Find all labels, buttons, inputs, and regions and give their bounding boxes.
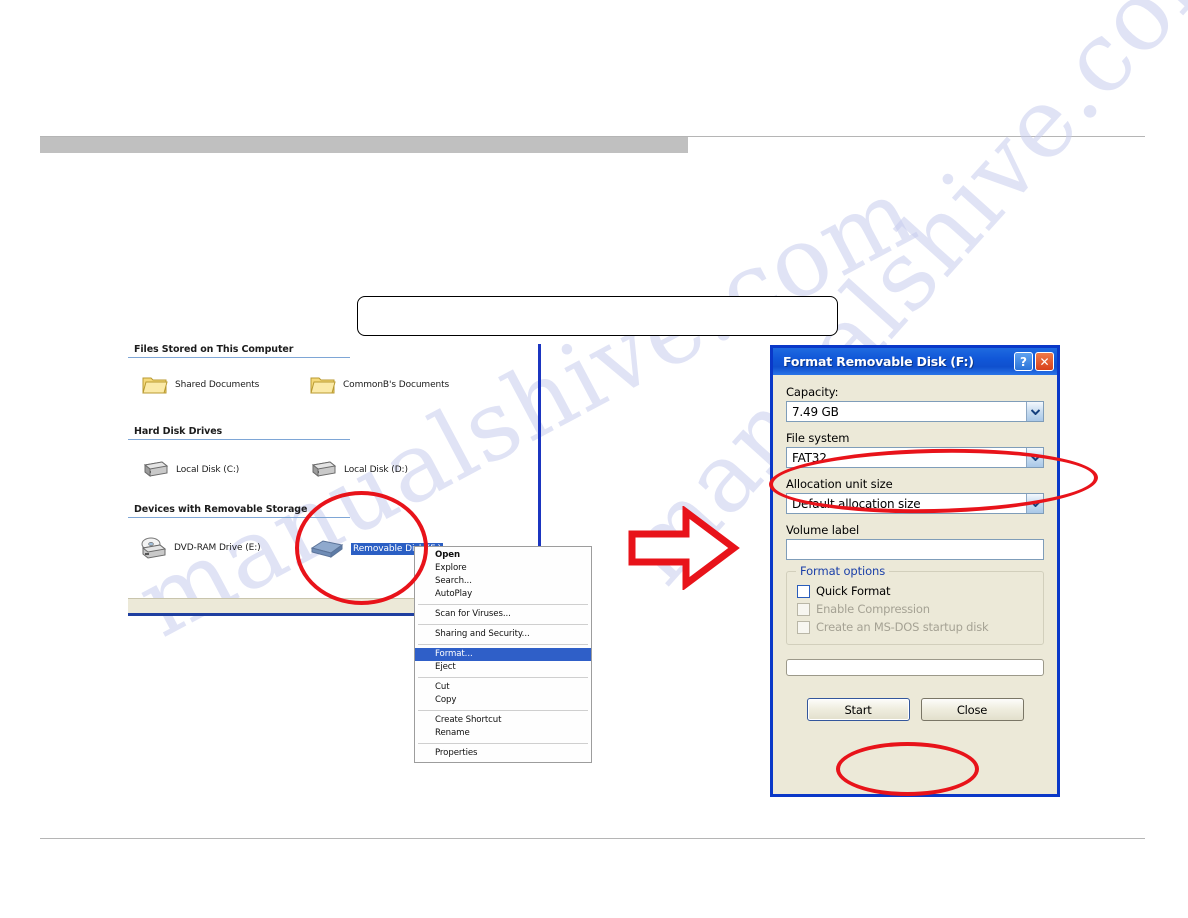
- enable-compression-checkbox: [797, 602, 810, 616]
- file-system-dropdown[interactable]: FAT32: [786, 447, 1044, 468]
- menu-item-cut[interactable]: Cut: [415, 681, 591, 694]
- context-menu[interactable]: Open Explore Search... AutoPlay Scan for…: [414, 546, 592, 763]
- volume-label-input[interactable]: [786, 539, 1044, 560]
- menu-separator: [418, 624, 588, 625]
- menu-item-properties[interactable]: Properties: [415, 747, 591, 760]
- hard-drive-icon: [310, 460, 337, 479]
- explorer-item-local-disk-c[interactable]: Local Disk (C:): [142, 460, 239, 479]
- explorer-item-label: Local Disk (D:): [344, 464, 408, 475]
- explorer-section-files: Files Stored on This Computer: [128, 344, 350, 358]
- explorer-item-local-disk-d[interactable]: Local Disk (D:): [310, 460, 408, 479]
- menu-item-format[interactable]: Format...: [415, 648, 591, 661]
- header-gray-bar: [40, 137, 688, 153]
- explorer-item-label: DVD-RAM Drive (E:): [174, 543, 261, 553]
- menu-item-eject[interactable]: Eject: [415, 661, 591, 674]
- file-system-value: FAT32: [792, 450, 827, 465]
- section-rule: [128, 357, 350, 358]
- section-title: Files Stored on This Computer: [134, 344, 294, 355]
- start-button[interactable]: Start: [806, 698, 910, 721]
- context-menu-group: Properties: [415, 747, 591, 760]
- allocation-unit-size-label: Allocation unit size: [786, 477, 893, 491]
- menu-separator: [418, 743, 588, 744]
- dialog-button-row: Start Close: [786, 698, 1044, 721]
- explorer-item-commonb-documents[interactable]: CommonB's Documents: [310, 374, 449, 395]
- menu-separator: [418, 644, 588, 645]
- quick-format-checkbox[interactable]: [797, 584, 810, 598]
- menu-separator: [418, 677, 588, 678]
- context-menu-group: Cut Copy: [415, 681, 591, 707]
- hard-drive-icon: [142, 460, 169, 479]
- help-icon[interactable]: ?: [1014, 352, 1033, 371]
- enable-compression-label: Enable Compression: [816, 602, 930, 616]
- format-options-legend: Format options: [796, 564, 890, 578]
- capacity-label: Capacity:: [786, 385, 839, 399]
- right-arrow-icon: [628, 505, 740, 591]
- chevron-down-icon[interactable]: [1026, 494, 1043, 513]
- dialog-title: Format Removable Disk (F:): [783, 354, 974, 369]
- dialog-title-bar: Format Removable Disk (F:) ? ✕: [773, 348, 1057, 375]
- context-menu-group: Open Explore Search... AutoPlay: [415, 549, 591, 601]
- format-options-group: Format options Quick Format Enable Compr…: [786, 564, 1044, 645]
- menu-item-explore[interactable]: Explore: [415, 562, 591, 575]
- folder-icon: [142, 374, 168, 395]
- enable-compression-row: Enable Compression: [797, 602, 1033, 616]
- chevron-down-icon[interactable]: [1026, 448, 1043, 467]
- explorer-item-shared-documents[interactable]: Shared Documents: [142, 374, 259, 395]
- menu-item-open[interactable]: Open: [415, 549, 591, 562]
- capacity-value: 7.49 GB: [792, 404, 839, 419]
- quick-format-label: Quick Format: [816, 584, 891, 598]
- close-icon[interactable]: ✕: [1035, 352, 1054, 371]
- ms-dos-startup-disk-checkbox: [797, 620, 810, 634]
- format-progress-bar: [786, 659, 1044, 676]
- section-rule: [128, 439, 350, 440]
- explorer-item-label: CommonB's Documents: [343, 379, 450, 390]
- close-button[interactable]: Close: [920, 698, 1024, 721]
- quick-format-row[interactable]: Quick Format: [797, 584, 1033, 598]
- section-title: Devices with Removable Storage: [134, 504, 308, 515]
- volume-label-label: Volume label: [786, 523, 860, 537]
- menu-item-copy[interactable]: Copy: [415, 694, 591, 707]
- format-removable-disk-dialog: Format Removable Disk (F:) ? ✕ Capacity:…: [770, 345, 1060, 797]
- menu-item-search[interactable]: Search...: [415, 575, 591, 588]
- section-title: Hard Disk Drives: [134, 426, 223, 437]
- context-menu-group: Create Shortcut Rename: [415, 714, 591, 740]
- menu-separator: [418, 604, 588, 605]
- footer-divider: [40, 838, 1145, 839]
- explorer-item-label: Shared Documents: [175, 379, 260, 390]
- explorer-item-dvd-ram-drive[interactable]: DVD-RAM Drive (E:): [140, 536, 261, 560]
- optical-drive-icon: [140, 536, 167, 560]
- callout-text-box: [357, 296, 838, 336]
- menu-item-create-shortcut[interactable]: Create Shortcut: [415, 714, 591, 727]
- context-menu-group: Sharing and Security...: [415, 628, 591, 641]
- context-menu-group: Scan for Viruses...: [415, 608, 591, 621]
- explorer-section-removable: Devices with Removable Storage: [128, 504, 350, 518]
- menu-separator: [418, 710, 588, 711]
- menu-item-rename[interactable]: Rename: [415, 727, 591, 740]
- dialog-body: Capacity: 7.49 GB File system FAT32 Allo…: [773, 375, 1057, 721]
- blue-vertical-divider: [538, 344, 541, 546]
- folder-icon: [310, 374, 336, 395]
- file-system-label: File system: [786, 431, 850, 445]
- ms-dos-startup-disk-row: Create an MS-DOS startup disk: [797, 620, 1033, 634]
- chevron-down-icon[interactable]: [1026, 402, 1043, 421]
- menu-item-scan-for-viruses[interactable]: Scan for Viruses...: [415, 608, 591, 621]
- context-menu-group: Format... Eject: [415, 648, 591, 674]
- section-rule: [128, 517, 350, 518]
- explorer-item-label: Local Disk (C:): [176, 464, 240, 475]
- explorer-section-hard-disks: Hard Disk Drives: [128, 426, 350, 440]
- removable-disk-icon: [310, 538, 344, 560]
- ms-dos-startup-disk-label: Create an MS-DOS startup disk: [816, 620, 989, 634]
- allocation-unit-size-value: Default allocation size: [792, 496, 921, 511]
- menu-item-sharing-and-security[interactable]: Sharing and Security...: [415, 628, 591, 641]
- allocation-unit-size-dropdown[interactable]: Default allocation size: [786, 493, 1044, 514]
- capacity-dropdown[interactable]: 7.49 GB: [786, 401, 1044, 422]
- menu-item-autoplay[interactable]: AutoPlay: [415, 588, 591, 601]
